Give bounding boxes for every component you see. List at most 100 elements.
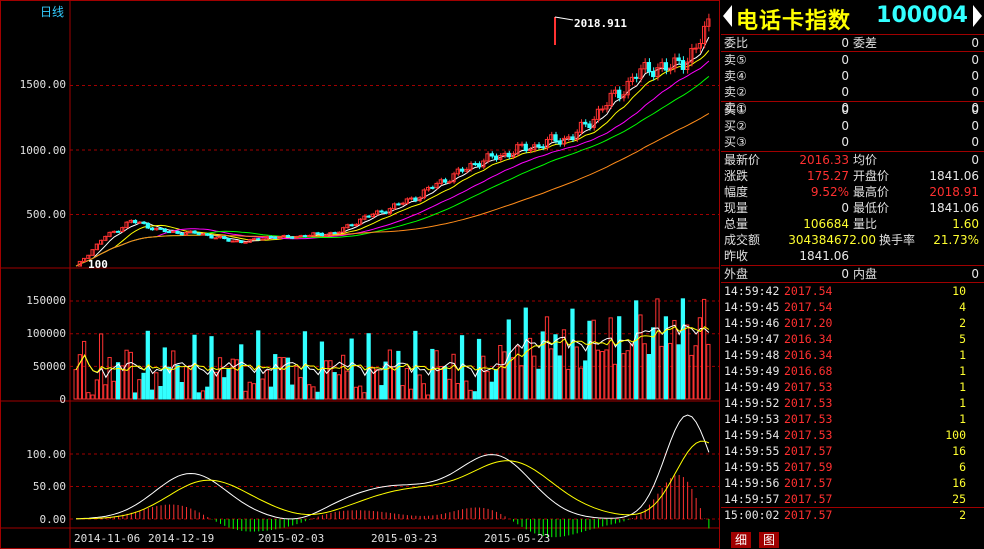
volume-bar — [196, 392, 201, 400]
candle-body — [676, 57, 681, 62]
period-label: 日线 — [40, 5, 64, 19]
cur-value: 0 — [841, 201, 849, 215]
volume-bar — [277, 356, 282, 400]
volume-bar — [430, 348, 435, 400]
price-tick-label: 1000.00 — [20, 144, 66, 157]
candle-body — [583, 121, 588, 125]
candle-body — [617, 89, 622, 99]
volume-bar — [536, 368, 541, 400]
tick-price: 2017.57 — [784, 476, 833, 490]
volume-bar — [502, 351, 507, 400]
tick-volume: 1 — [959, 364, 966, 378]
volume-bar — [676, 344, 681, 400]
low-value: 1841.06 — [929, 201, 979, 215]
tab-detail[interactable]: 细 — [731, 532, 752, 548]
bid-label: 买① — [724, 103, 747, 117]
tick-volume: 1 — [959, 412, 966, 426]
candle-body — [421, 189, 426, 199]
high-value: 2018.91 — [929, 185, 979, 199]
candle-body — [319, 232, 325, 237]
tick-price: 2017.53 — [784, 396, 833, 410]
open-value: 1841.06 — [929, 169, 979, 183]
volume-bar — [434, 350, 439, 400]
kline-chart[interactable]: 1500.001000.00500.0015000010000050000010… — [0, 0, 721, 549]
tick-time: 14:59:53 — [724, 412, 780, 426]
volume-bar — [634, 300, 639, 400]
tick-row: 14:59:42 2017.54 10 — [721, 283, 984, 299]
candle-body — [519, 143, 524, 146]
bid-price: 0 — [841, 119, 849, 133]
tick-price: 2017.57 — [784, 508, 833, 522]
candle-body — [290, 236, 295, 239]
candle-body — [655, 67, 660, 78]
volume-bar — [651, 327, 656, 400]
tick-price: 2017.54 — [784, 284, 833, 298]
chart-grid — [0, 0, 720, 549]
pct-label: 幅度 — [724, 185, 749, 199]
volume-bar — [273, 354, 278, 400]
bid-volume: 0 — [971, 135, 979, 149]
tick-time: 15:00:02 — [724, 508, 780, 522]
bid-row: 买③ 0 0 — [721, 134, 984, 150]
tab-chart[interactable]: 图 — [759, 532, 780, 548]
weibi-value: 0 — [841, 36, 849, 50]
ratio-value: 1.60 — [952, 217, 979, 231]
candle-body — [680, 60, 686, 70]
weicha-label: 委差 — [853, 36, 878, 50]
total-value: 106684 — [803, 217, 849, 231]
next-stock-arrow-icon[interactable] — [973, 5, 982, 27]
high-label: 最高价 — [853, 185, 890, 199]
volume-bar — [379, 385, 384, 400]
candle-body — [472, 163, 477, 166]
volume-bar — [239, 344, 244, 400]
candle-body — [149, 227, 155, 231]
volume-bar — [638, 314, 643, 400]
tick-volume: 2 — [959, 316, 966, 330]
volume-bar — [205, 386, 210, 400]
tick-volume: 1 — [959, 348, 966, 362]
volume-bar — [141, 372, 146, 400]
tick-volume: 1 — [959, 396, 966, 410]
ask-volume: 0 — [971, 69, 979, 83]
volume-bar — [702, 298, 707, 400]
candle-body — [205, 233, 210, 236]
candle-body — [447, 181, 452, 184]
ask-volume: 0 — [971, 85, 979, 99]
candle-body — [137, 221, 142, 224]
candle-body — [366, 215, 371, 218]
volume-bar — [260, 378, 265, 400]
volume-bar — [685, 324, 690, 400]
outer-inner-row: 外盘 0 内盘 0 — [721, 266, 984, 282]
candle-body — [400, 202, 405, 205]
candle-body — [663, 62, 669, 71]
tick-row: 14:59:55 2017.59 6 — [721, 459, 984, 475]
tick-time: 14:59:48 — [724, 348, 780, 362]
ma30-line — [75, 76, 710, 267]
inner-value: 0 — [971, 267, 979, 281]
volume-bar — [137, 379, 142, 400]
stock-name: 电话卡指数 — [736, 9, 852, 34]
volume-bar — [553, 334, 558, 400]
high-marker-label: 2018.911 — [574, 17, 627, 30]
volume-bar — [200, 390, 206, 400]
tick-time: 14:59:56 — [724, 476, 780, 490]
candle-body — [523, 143, 528, 152]
tick-volume: 25 — [952, 492, 966, 506]
tick-volume: 1 — [959, 380, 966, 394]
volume-bar — [183, 366, 189, 400]
candle-body — [638, 68, 643, 79]
candle-body — [430, 186, 435, 189]
volume-bar — [188, 365, 193, 400]
ask-row: 卖④ 0 0 — [721, 68, 984, 84]
date-tick-label: 2015-05-23 — [484, 532, 550, 545]
change-value: 175.27 — [807, 169, 849, 183]
pct-value: 9.52% — [810, 185, 849, 199]
volume-bar — [672, 319, 677, 400]
prev-stock-arrow-icon[interactable] — [723, 5, 732, 27]
candle-body — [413, 197, 418, 202]
volume-bar — [532, 355, 537, 400]
date-tick-label: 2014-11-06 — [74, 532, 140, 545]
volume-bar — [226, 368, 231, 400]
volume-ma10-line — [75, 326, 710, 373]
volume-bar — [481, 355, 486, 400]
